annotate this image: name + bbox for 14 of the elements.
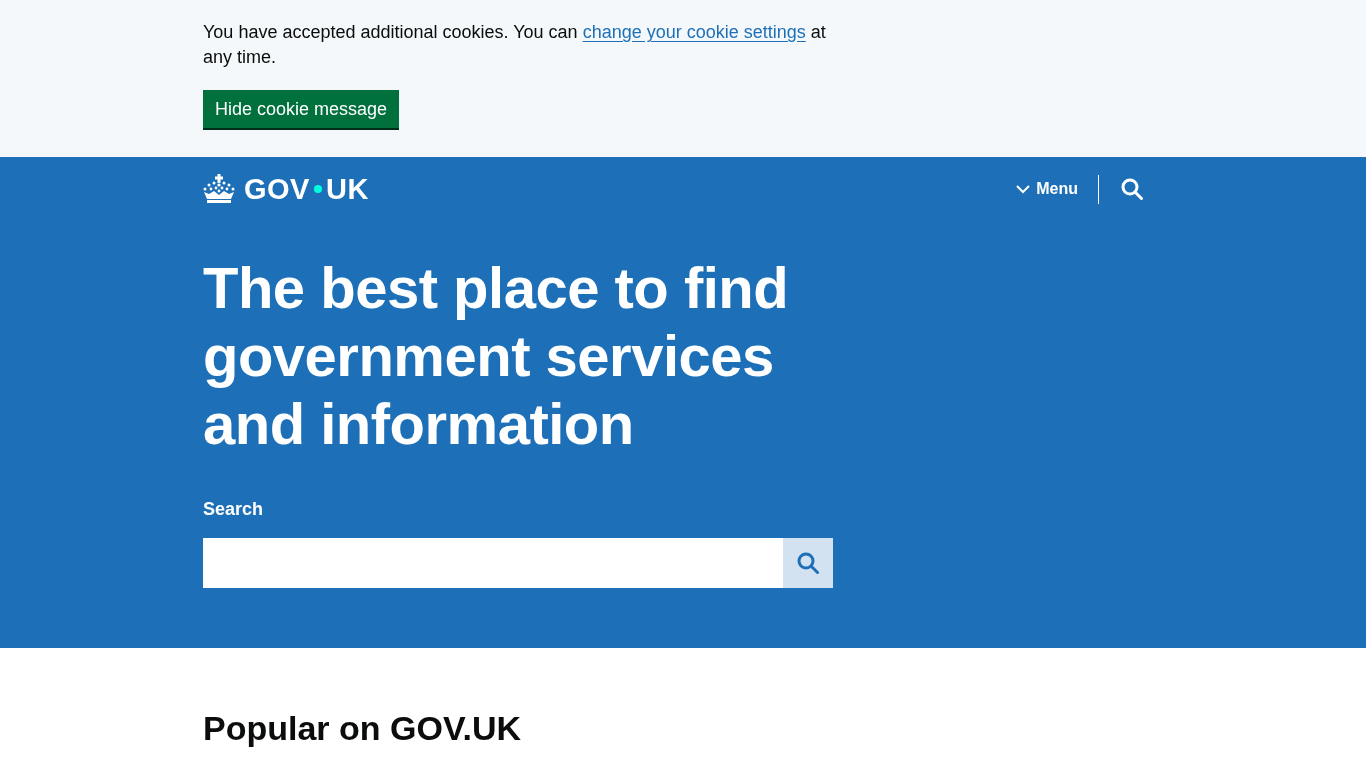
dot-icon xyxy=(313,185,322,193)
search-field[interactable] xyxy=(203,538,783,588)
search-label: Search xyxy=(203,498,264,521)
search-button[interactable] xyxy=(783,538,833,588)
search-icon xyxy=(797,552,819,574)
govuk-logo-link[interactable]: GOV UK xyxy=(203,171,369,207)
hide-cookie-message-button[interactable]: Hide cookie message xyxy=(203,90,400,128)
cookie-settings-link[interactable]: change your cookie settings xyxy=(582,22,806,42)
cookie-message: You have accepted additional cookies. You can change your cookie settings at any time. xyxy=(203,21,827,69)
menu-button[interactable]: Menu xyxy=(1016,173,1078,205)
hero-heading: The best place to find government services and information xyxy=(203,254,790,458)
search-icon xyxy=(1121,178,1143,200)
section-heading: Popular on GOV.UK xyxy=(203,708,521,749)
crown-icon xyxy=(203,174,235,204)
